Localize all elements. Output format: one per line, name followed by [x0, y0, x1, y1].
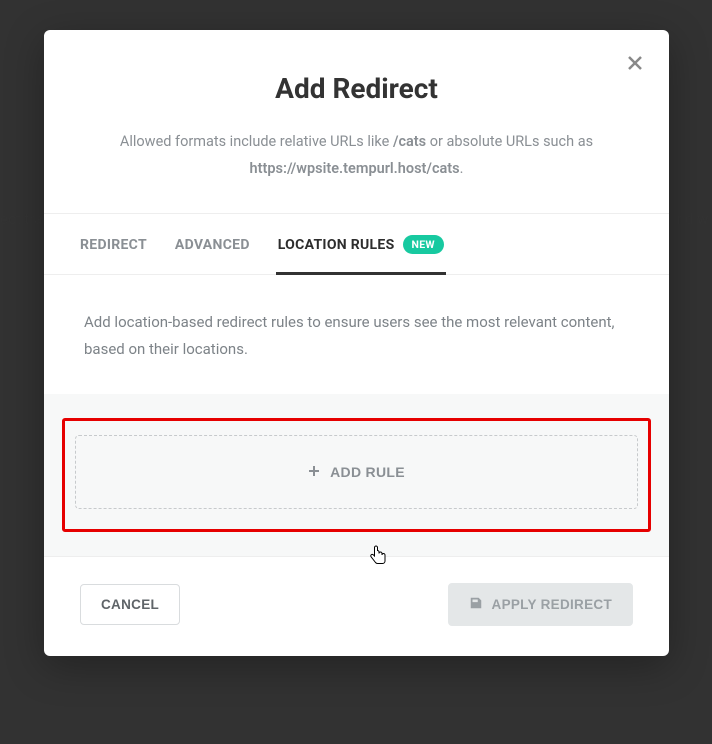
add-rule-button[interactable]: ADD RULE: [75, 435, 638, 509]
add-redirect-modal: Add Redirect Allowed formats include rel…: [44, 30, 669, 656]
modal-footer: CANCEL APPLY REDIRECT: [44, 556, 669, 656]
save-icon: [469, 596, 483, 613]
tab-redirect[interactable]: REDIRECT: [80, 215, 147, 273]
add-rule-label: ADD RULE: [330, 464, 405, 480]
tab-advanced[interactable]: ADVANCED: [175, 215, 250, 273]
tab-location-rules[interactable]: LOCATION RULES NEW: [278, 213, 444, 274]
modal-header: Add Redirect Allowed formats include rel…: [44, 30, 669, 213]
close-button[interactable]: [623, 52, 647, 76]
rules-area: ADD RULE: [44, 394, 669, 556]
tab-location-rules-label: LOCATION RULES: [278, 237, 395, 253]
highlight-annotation: ADD RULE: [62, 418, 651, 532]
close-icon: [627, 55, 643, 74]
background-text-right: nd wi: [677, 210, 712, 228]
tab-bar: REDIRECT ADVANCED LOCATION RULES NEW: [44, 213, 669, 275]
cancel-button[interactable]: CANCEL: [80, 584, 180, 625]
new-badge: NEW: [403, 235, 444, 254]
background-text-left: ect tra: [0, 210, 42, 228]
location-rules-description: Add location-based redirect rules to ens…: [44, 275, 669, 395]
apply-redirect-label: APPLY REDIRECT: [492, 597, 612, 612]
apply-redirect-button[interactable]: APPLY REDIRECT: [448, 583, 633, 626]
modal-title: Add Redirect: [84, 72, 629, 105]
plus-icon: [308, 464, 320, 480]
modal-description: Allowed formats include relative URLs li…: [84, 129, 629, 183]
